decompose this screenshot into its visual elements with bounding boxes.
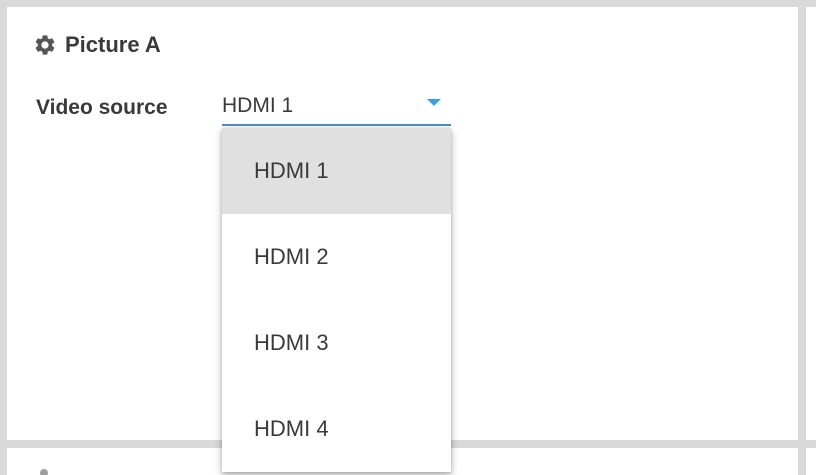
video-source-select[interactable]: HDMI 1 [222, 92, 451, 126]
panel-title: Picture A [65, 32, 161, 57]
adjacent-panel-bottom [806, 448, 816, 475]
option-hdmi-2[interactable]: HDMI 2 [222, 214, 451, 300]
next-panel-icon [36, 466, 52, 475]
option-hdmi-3[interactable]: HDMI 3 [222, 300, 451, 386]
video-source-value: HDMI 1 [222, 94, 294, 117]
video-source-label: Video source [36, 96, 168, 119]
video-source-row: Video source [36, 92, 168, 124]
gear-icon[interactable] [33, 33, 57, 57]
chevron-down-icon[interactable] [427, 99, 441, 106]
option-hdmi-4[interactable]: HDMI 4 [222, 386, 451, 472]
page: Picture A Video source HDMI 1 HDMI 1 HDM… [0, 0, 816, 475]
video-source-dropdown: HDMI 1 HDMI 2 HDMI 3 HDMI 4 [222, 128, 451, 472]
adjacent-panel [806, 7, 816, 440]
panel-header: Picture A [33, 30, 161, 60]
option-hdmi-1[interactable]: HDMI 1 [222, 128, 451, 214]
